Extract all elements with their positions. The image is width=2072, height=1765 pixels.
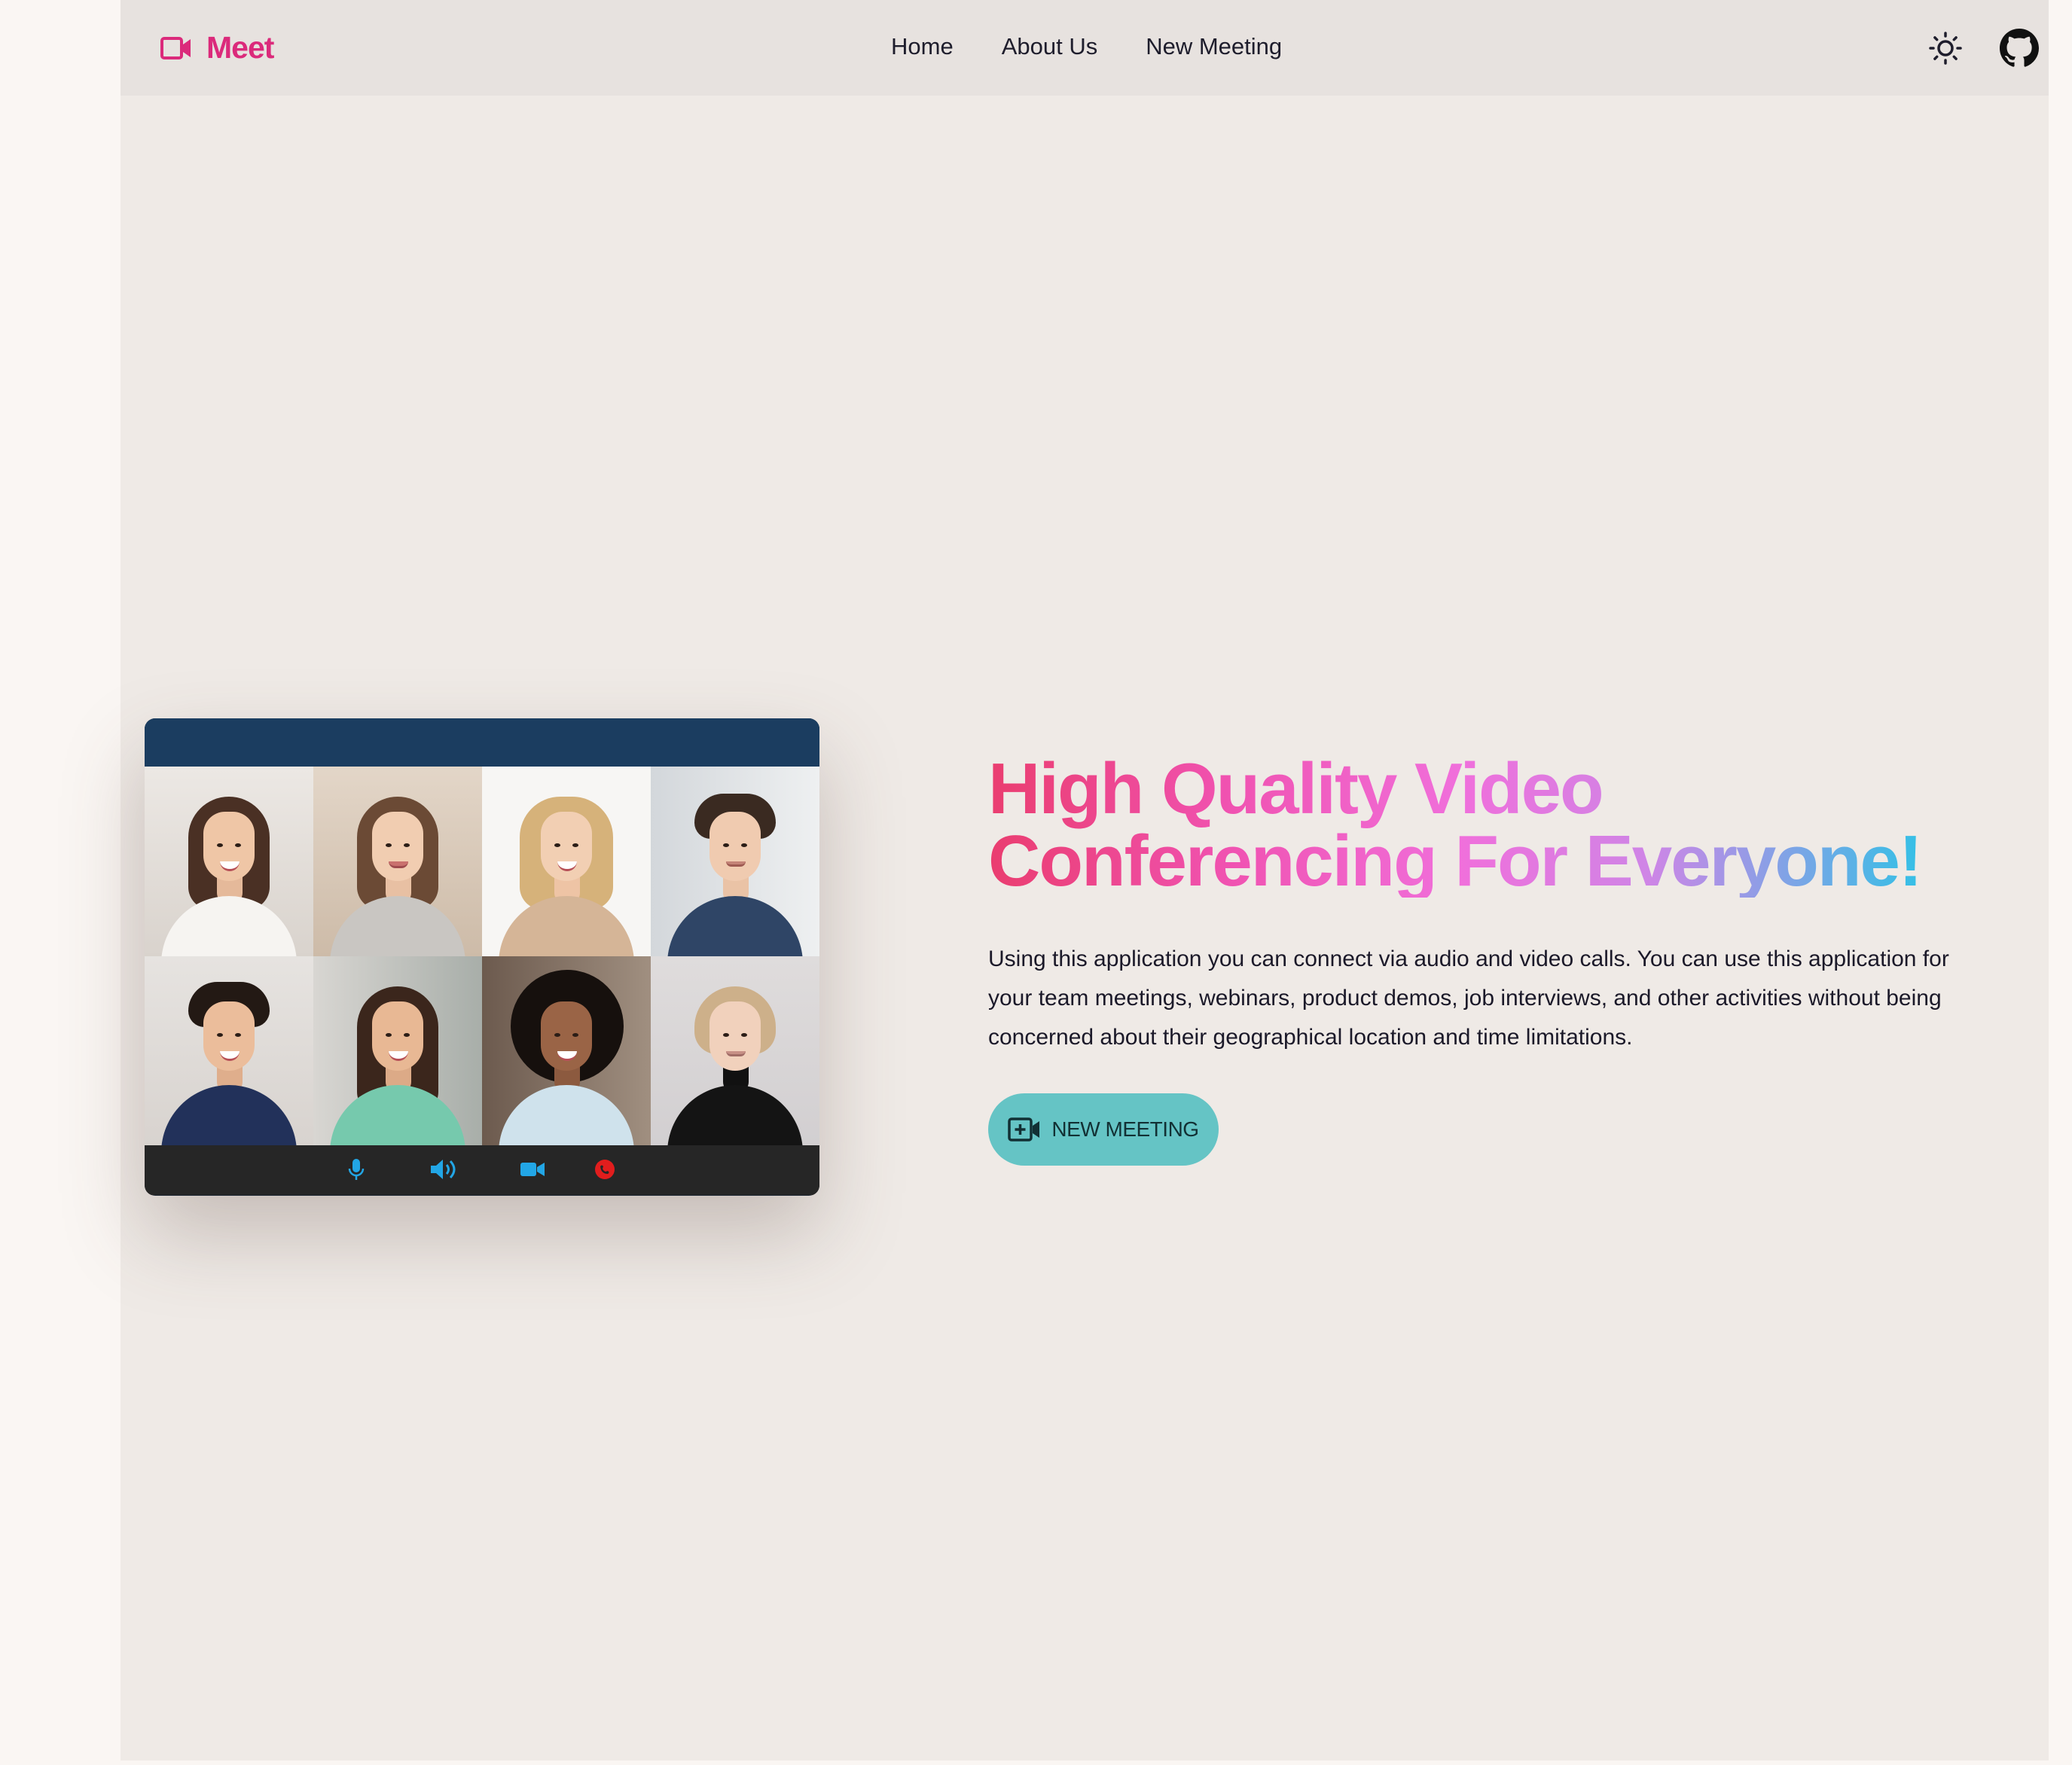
hero-heading: High Quality Video Conferencing For Ever… (988, 753, 1930, 898)
participant-tile (482, 767, 651, 956)
participant-tile (651, 767, 819, 956)
sun-icon[interactable] (1928, 31, 1963, 69)
hero-heading-line-2: Conferencing For Everyone! (988, 821, 1921, 901)
participant-tile (651, 956, 819, 1145)
video-window-titlebar (145, 718, 819, 767)
brand-name: Meet (206, 30, 274, 65)
new-meeting-button-label: NEW MEETING (1051, 1117, 1199, 1141)
new-meeting-button[interactable]: NEW MEETING (988, 1093, 1219, 1166)
camera-icon[interactable] (520, 1160, 545, 1182)
hero-description: Using this application you can connect v… (988, 947, 1949, 1050)
navbar: Meet Home About Us New Meeting (121, 0, 2049, 96)
speaker-icon[interactable] (429, 1158, 459, 1184)
nav-link-new-meeting[interactable]: New Meeting (1146, 33, 1282, 60)
participant-tile (482, 956, 651, 1145)
participant-tile (313, 956, 482, 1145)
microphone-icon[interactable] (348, 1158, 365, 1184)
brand-logo-link[interactable]: Meet (160, 30, 274, 66)
participant-grid (145, 767, 819, 1145)
video-call-illustration (145, 718, 819, 1196)
app-root: Meet Home About Us New Meeting High Qual… (121, 0, 2049, 1760)
github-icon[interactable] (2000, 29, 2039, 72)
hero-heading-line-1: High Quality Video (988, 748, 1603, 829)
end-call-icon[interactable] (594, 1158, 616, 1184)
participant-tile (145, 767, 313, 956)
call-controls-bar (145, 1145, 819, 1195)
video-camera-icon (160, 36, 191, 59)
main-nav: Home About Us New Meeting (891, 33, 1282, 60)
nav-link-about-us[interactable]: About Us (1002, 33, 1098, 60)
participant-tile (145, 956, 313, 1145)
video-plus-icon (1008, 1117, 1040, 1142)
participant-tile (313, 767, 482, 956)
nav-link-home[interactable]: Home (891, 33, 954, 60)
